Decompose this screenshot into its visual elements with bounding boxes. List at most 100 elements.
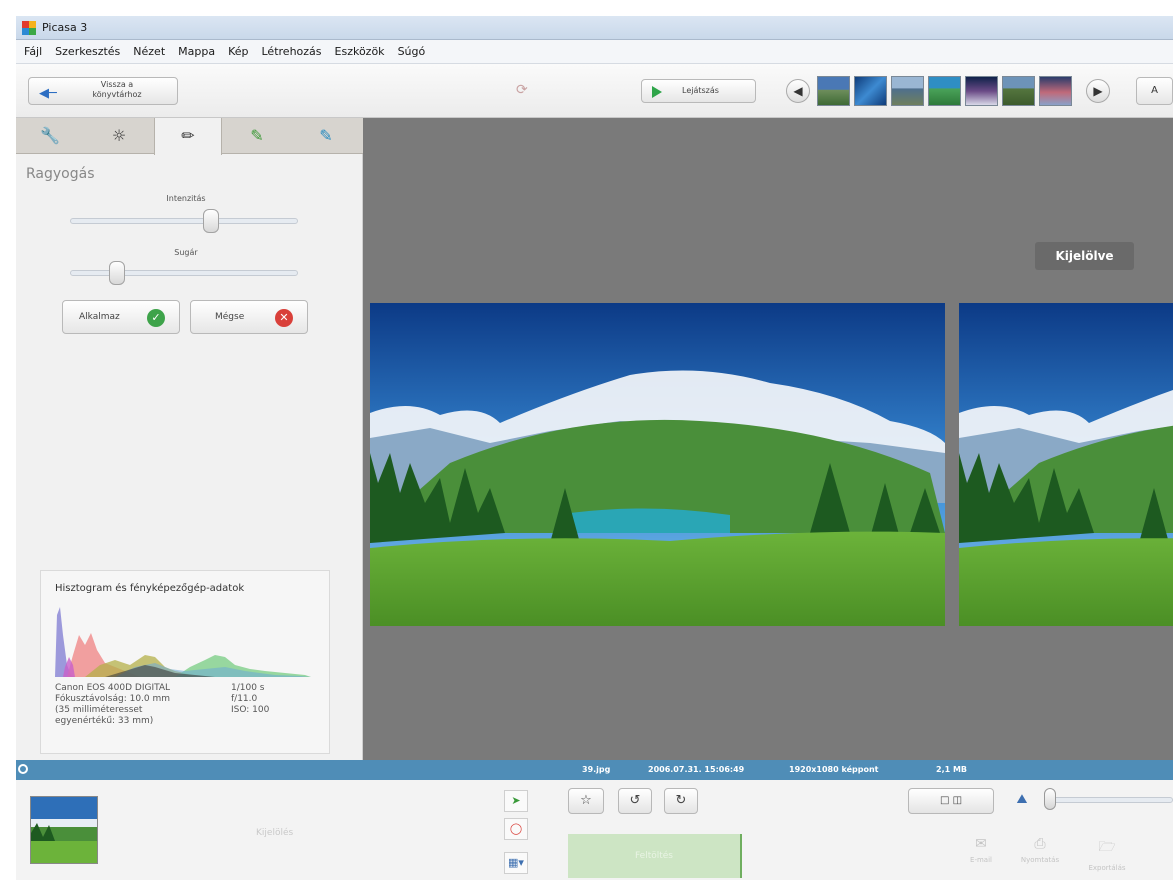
focal-length: Fókusztávolság: 10.0 mm	[55, 694, 171, 704]
printer-icon: ⎙	[1034, 836, 1046, 852]
iso: ISO: 100	[231, 705, 270, 715]
clear-tray-icon[interactable]: ◯	[504, 818, 528, 840]
status-bar: 39.jpg 2006.07.31. 15:06:49 1920x1080 ké…	[16, 760, 1173, 780]
play-icon	[652, 86, 662, 98]
radius-slider[interactable]	[70, 261, 298, 285]
envelope-icon: ✉	[975, 836, 987, 852]
tab-effects[interactable]: ✏	[154, 118, 222, 155]
back-label-line2: könyvtárhoz	[92, 90, 142, 99]
menu-help[interactable]: Súgó	[398, 45, 426, 58]
filmstrip-thumbnail[interactable]	[817, 76, 850, 106]
radius-label: Sugár	[174, 248, 198, 257]
picasa-logo-icon	[22, 21, 36, 35]
selected-badge: Kijelölve	[1035, 242, 1134, 270]
menu-bar: Fájl Szerkesztés Nézet Mappa Kép Létreho…	[16, 40, 1173, 64]
add-to-album-icon[interactable]: ▦▾	[504, 852, 528, 874]
rotate-right-button[interactable]: ↻	[664, 788, 698, 814]
email-label: E-mail	[970, 856, 992, 864]
window-title: Picasa 3	[42, 21, 88, 34]
status-filename: 39.jpg	[582, 765, 611, 774]
camera-model: Canon EOS 400D DIGITAL	[55, 683, 171, 693]
selection-label: Kijelölés	[256, 828, 294, 838]
menu-view[interactable]: Nézet	[133, 45, 165, 58]
upload-button[interactable]: Feltöltés	[568, 834, 742, 878]
menu-edit[interactable]: Szerkesztés	[55, 45, 120, 58]
tray-thumbnail[interactable]	[30, 796, 98, 864]
status-dimensions: 1920x1080 képpont	[789, 765, 879, 774]
filmstrip-thumbnail[interactable]	[1002, 76, 1035, 106]
focal-equiv-line1: (35 milliméteresset	[55, 705, 143, 715]
view-mode-button[interactable]: □ ◫	[908, 788, 994, 814]
focal-equiv-line2: egyenértékű: 33 mm)	[55, 716, 154, 726]
menu-picture[interactable]: Kép	[228, 45, 248, 58]
cancel-x-icon: ✕	[275, 309, 293, 327]
tab-effects-2[interactable]: ✎	[223, 118, 291, 154]
play-slideshow-button[interactable]: Lejátszás	[641, 79, 756, 103]
wrench-icon: 🔧	[40, 126, 60, 145]
filmstrip-thumbnail[interactable]	[1039, 76, 1072, 106]
filmstrip-thumbnail[interactable]	[928, 76, 961, 106]
edit-panel: 🔧 ☼ ✏ ✎ ✎ Ragyogás Intenzitás Sugár Alka…	[16, 118, 363, 760]
edit-tabs: 🔧 ☼ ✏ ✎ ✎	[16, 118, 363, 155]
previous-photo-button[interactable]: ◀	[786, 79, 810, 103]
check-icon: ✓	[147, 309, 165, 327]
redeye-tool-icon: ⟳	[516, 82, 528, 98]
brush-blue-icon: ✎	[319, 126, 333, 145]
sun-icon: ☼	[111, 126, 127, 145]
histogram-chart	[55, 607, 311, 677]
zoom-slider[interactable]	[1049, 797, 1173, 803]
radius-slider-knob[interactable]	[109, 261, 125, 285]
aperture: f/11.0	[231, 694, 258, 704]
status-filesize: 2,1 MB	[936, 765, 968, 774]
print-button[interactable]: ⎙ Nyomtatás	[1016, 836, 1064, 864]
menu-file[interactable]: Fájl	[24, 45, 42, 58]
menu-create[interactable]: Létrehozás	[262, 45, 322, 58]
filmstrip-thumbnail[interactable]	[891, 76, 924, 106]
intensity-label: Intenzitás	[166, 194, 206, 203]
brush-icon: ✏	[181, 126, 195, 145]
star-button[interactable]: ☆	[568, 788, 604, 814]
histogram-panel: Hisztogram és fényképezőgép-adatok Canon…	[40, 570, 330, 754]
tab-basic-fixes[interactable]: 🔧	[16, 118, 84, 154]
effect-title: Ragyogás	[26, 166, 95, 182]
current-photo[interactable]	[370, 303, 945, 626]
print-label: Nyomtatás	[1020, 856, 1060, 864]
text-tool-button[interactable]: A	[1136, 77, 1173, 105]
menu-folder[interactable]: Mappa	[178, 45, 215, 58]
export-label: Exportálás	[1088, 864, 1126, 872]
cancel-button[interactable]: Mégse ✕	[190, 300, 308, 334]
menu-tools[interactable]: Eszközök	[335, 45, 385, 58]
status-datetime: 2006.07.31. 15:06:49	[648, 765, 745, 774]
tab-effects-3[interactable]: ✎	[292, 118, 360, 154]
brush-green-icon: ✎	[250, 126, 264, 145]
rotate-left-icon: ↺	[629, 793, 641, 808]
apply-label: Alkalmaz	[79, 312, 120, 322]
filmstrip-thumbnail[interactable]	[965, 76, 998, 106]
next-photo[interactable]	[959, 303, 1173, 626]
photo-tray: Kijelölés ➤ ◯ ▦▾ ☆ ↺ ↻ □ ◫ ⛰ Feltöltés ✉…	[16, 780, 1173, 880]
email-button[interactable]: ✉ E-mail	[961, 836, 1001, 864]
toolbar: ◀─ Vissza a könyvtárhoz ⟳ Lejátszás ◀ ▶ …	[16, 64, 1173, 118]
shutter-speed: 1/100 s	[231, 683, 265, 693]
intensity-slider-knob[interactable]	[203, 209, 219, 233]
apply-button[interactable]: Alkalmaz ✓	[62, 300, 180, 334]
view-mode-icon: □ ◫	[939, 795, 963, 806]
tab-tuning[interactable]: ☼	[85, 118, 153, 154]
next-photo-button[interactable]: ▶	[1086, 79, 1110, 103]
photo-view: Kijelölve	[363, 118, 1173, 760]
zoom-slider-knob[interactable]	[1044, 788, 1056, 810]
cancel-label: Mégse	[215, 312, 245, 322]
zoom-icon: ⛰	[1016, 792, 1028, 807]
histogram-title: Hisztogram és fényképezőgép-adatok	[55, 583, 245, 594]
hold-pin-icon[interactable]: ➤	[504, 790, 528, 812]
rotate-left-button[interactable]: ↺	[618, 788, 652, 814]
arrow-left-icon: ◀─	[39, 86, 57, 101]
status-indicator-icon	[18, 764, 28, 774]
back-label-line1: Vissza a	[100, 80, 134, 89]
back-to-library-button[interactable]: ◀─ Vissza a könyvtárhoz	[28, 77, 178, 105]
star-icon: ☆	[580, 793, 592, 808]
filmstrip-thumbnail[interactable]	[854, 76, 887, 106]
rotate-right-icon: ↻	[675, 793, 687, 808]
export-button[interactable]: 🗁 Exportálás	[1082, 836, 1132, 872]
intensity-slider[interactable]	[70, 209, 298, 233]
